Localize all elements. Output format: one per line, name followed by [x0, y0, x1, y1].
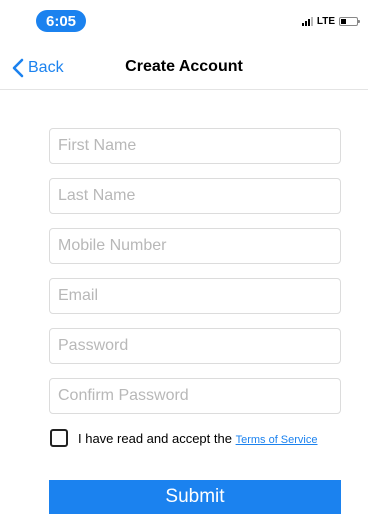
terms-text: I have read and accept the Terms of Serv… — [78, 431, 318, 446]
first-name-field[interactable] — [49, 128, 341, 164]
email-field[interactable] — [49, 278, 341, 314]
battery-icon — [339, 16, 360, 26]
battery-level — [341, 18, 346, 24]
terms-of-service-link[interactable]: Terms of Service — [236, 434, 318, 446]
status-indicators: LTE — [301, 14, 360, 28]
status-bar: 6:05 LTE — [0, 0, 368, 44]
terms-row: I have read and accept the Terms of Serv… — [50, 428, 350, 448]
last-name-field[interactable] — [49, 178, 341, 214]
page-title: Create Account — [125, 58, 243, 75]
confirm-password-field[interactable] — [49, 378, 341, 414]
mobile-number-field[interactable] — [49, 228, 341, 264]
navigation-bar: Back Create Account — [0, 46, 368, 90]
terms-label: I have read and accept the — [78, 430, 232, 446]
status-time: 6:05 — [36, 10, 86, 32]
submit-button[interactable]: Submit — [49, 480, 341, 514]
network-type: LTE — [316, 15, 335, 27]
password-field[interactable] — [49, 328, 341, 364]
signal-icon — [301, 16, 313, 26]
terms-checkbox[interactable] — [50, 429, 68, 447]
create-account-form — [49, 128, 341, 428]
